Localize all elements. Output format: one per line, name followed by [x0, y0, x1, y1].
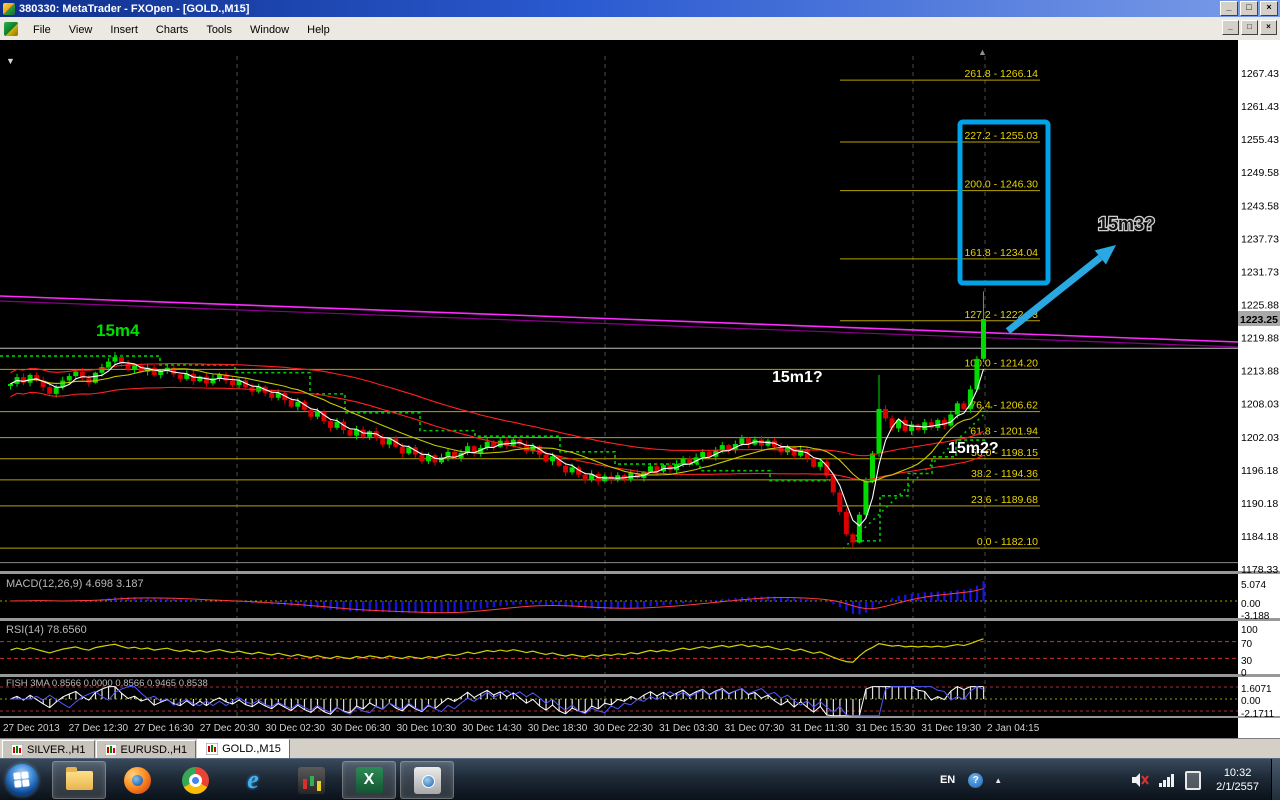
maximize-button[interactable]: □ [1240, 1, 1258, 16]
show-desktop-button[interactable] [1271, 759, 1280, 800]
menu-view[interactable]: View [60, 21, 102, 39]
menu-window[interactable]: Window [241, 21, 298, 39]
mdi-minimize-button[interactable]: _ [1222, 20, 1239, 35]
volume-muted-icon[interactable] [1131, 772, 1149, 788]
network-icon[interactable] [1159, 773, 1175, 787]
folder-icon [65, 766, 93, 790]
mdi-close-button[interactable]: × [1260, 20, 1277, 35]
firefox-icon [123, 766, 151, 794]
chrome-icon [181, 766, 209, 794]
mdi-restore-button[interactable]: □ [1241, 20, 1258, 35]
taskbar-image-viewer-icon[interactable] [400, 761, 454, 799]
image-viewer-icon [413, 766, 441, 794]
chart-tab-bar: SILVER.,H1 EURUSD.,H1 GOLD.,M15 [0, 738, 1280, 758]
chart-tab-icon [104, 743, 117, 756]
taskbar-ie-icon[interactable]: e [226, 761, 280, 799]
menu-tools[interactable]: Tools [197, 21, 241, 39]
start-button[interactable] [6, 764, 38, 796]
taskbar-metatrader-icon[interactable] [284, 761, 338, 799]
chart-canvas[interactable] [0, 40, 1238, 738]
title-bar: 380330: MetaTrader - FXOpen - [GOLD.,M15… [0, 0, 1280, 17]
chart-tab-icon [11, 743, 23, 756]
chart-tab-label: SILVER.,H1 [27, 743, 86, 756]
app-icon [3, 2, 15, 15]
taskbar-firefox-icon[interactable] [110, 761, 164, 799]
tray-misc-icon[interactable] [1185, 770, 1202, 790]
clock-time: 10:32 [1223, 766, 1252, 779]
chart-tab-label: GOLD.,M15 [222, 743, 281, 755]
chart-tab-icon [206, 743, 219, 755]
price-scale[interactable] [1238, 40, 1280, 738]
mdi-window-buttons: _ □ × [1220, 20, 1277, 35]
menu-bar: File View Insert Charts Tools Window Help _ □ … [0, 17, 1280, 41]
close-button[interactable]: × [1260, 1, 1278, 16]
chart-tab-label: EURUSD.,H1 [120, 743, 188, 756]
menu-charts[interactable]: Charts [147, 21, 197, 39]
menu-insert[interactable]: Insert [101, 21, 147, 39]
clock-date: 2/1/2557 [1216, 781, 1259, 793]
minimize-button[interactable]: _ [1220, 1, 1238, 16]
taskbar-chrome-icon[interactable] [168, 761, 222, 799]
menu-help[interactable]: Help [298, 21, 339, 39]
chart-tab-goldm15[interactable]: GOLD.,M15 [197, 739, 290, 758]
metatrader-menu-icon [4, 21, 18, 36]
language-indicator[interactable]: EN [932, 774, 963, 786]
metatrader-window: 380330: MetaTrader - FXOpen - [GOLD.,M15… [0, 0, 1280, 800]
help-icon[interactable]: ? [968, 772, 984, 788]
metatrader-icon [297, 766, 325, 794]
menu-items: File View Insert Charts Tools Window Help [24, 20, 339, 38]
taskbar: e X EN ? ▲ 10:32 2/1/2557 [0, 758, 1280, 800]
taskbar-excel-icon[interactable]: X [342, 761, 396, 799]
chart-tab-eurusdh1[interactable]: EURUSD.,H1 [95, 740, 197, 758]
system-tray: EN ? ▲ 10:32 2/1/2557 [932, 759, 1280, 800]
taskbar-folder-icon[interactable] [52, 761, 106, 799]
chart-tab-silverh1[interactable]: SILVER.,H1 [2, 740, 95, 758]
excel-icon: X [355, 766, 383, 794]
window-title: 380330: MetaTrader - FXOpen - [GOLD.,M15… [19, 2, 250, 15]
clock[interactable]: 10:32 2/1/2557 [1206, 766, 1269, 795]
windows-flag-icon [13, 771, 31, 789]
tray-expand-icon[interactable]: ▲ [994, 776, 1002, 785]
internet-explorer-icon: e [247, 765, 259, 794]
menu-file[interactable]: File [24, 21, 60, 39]
